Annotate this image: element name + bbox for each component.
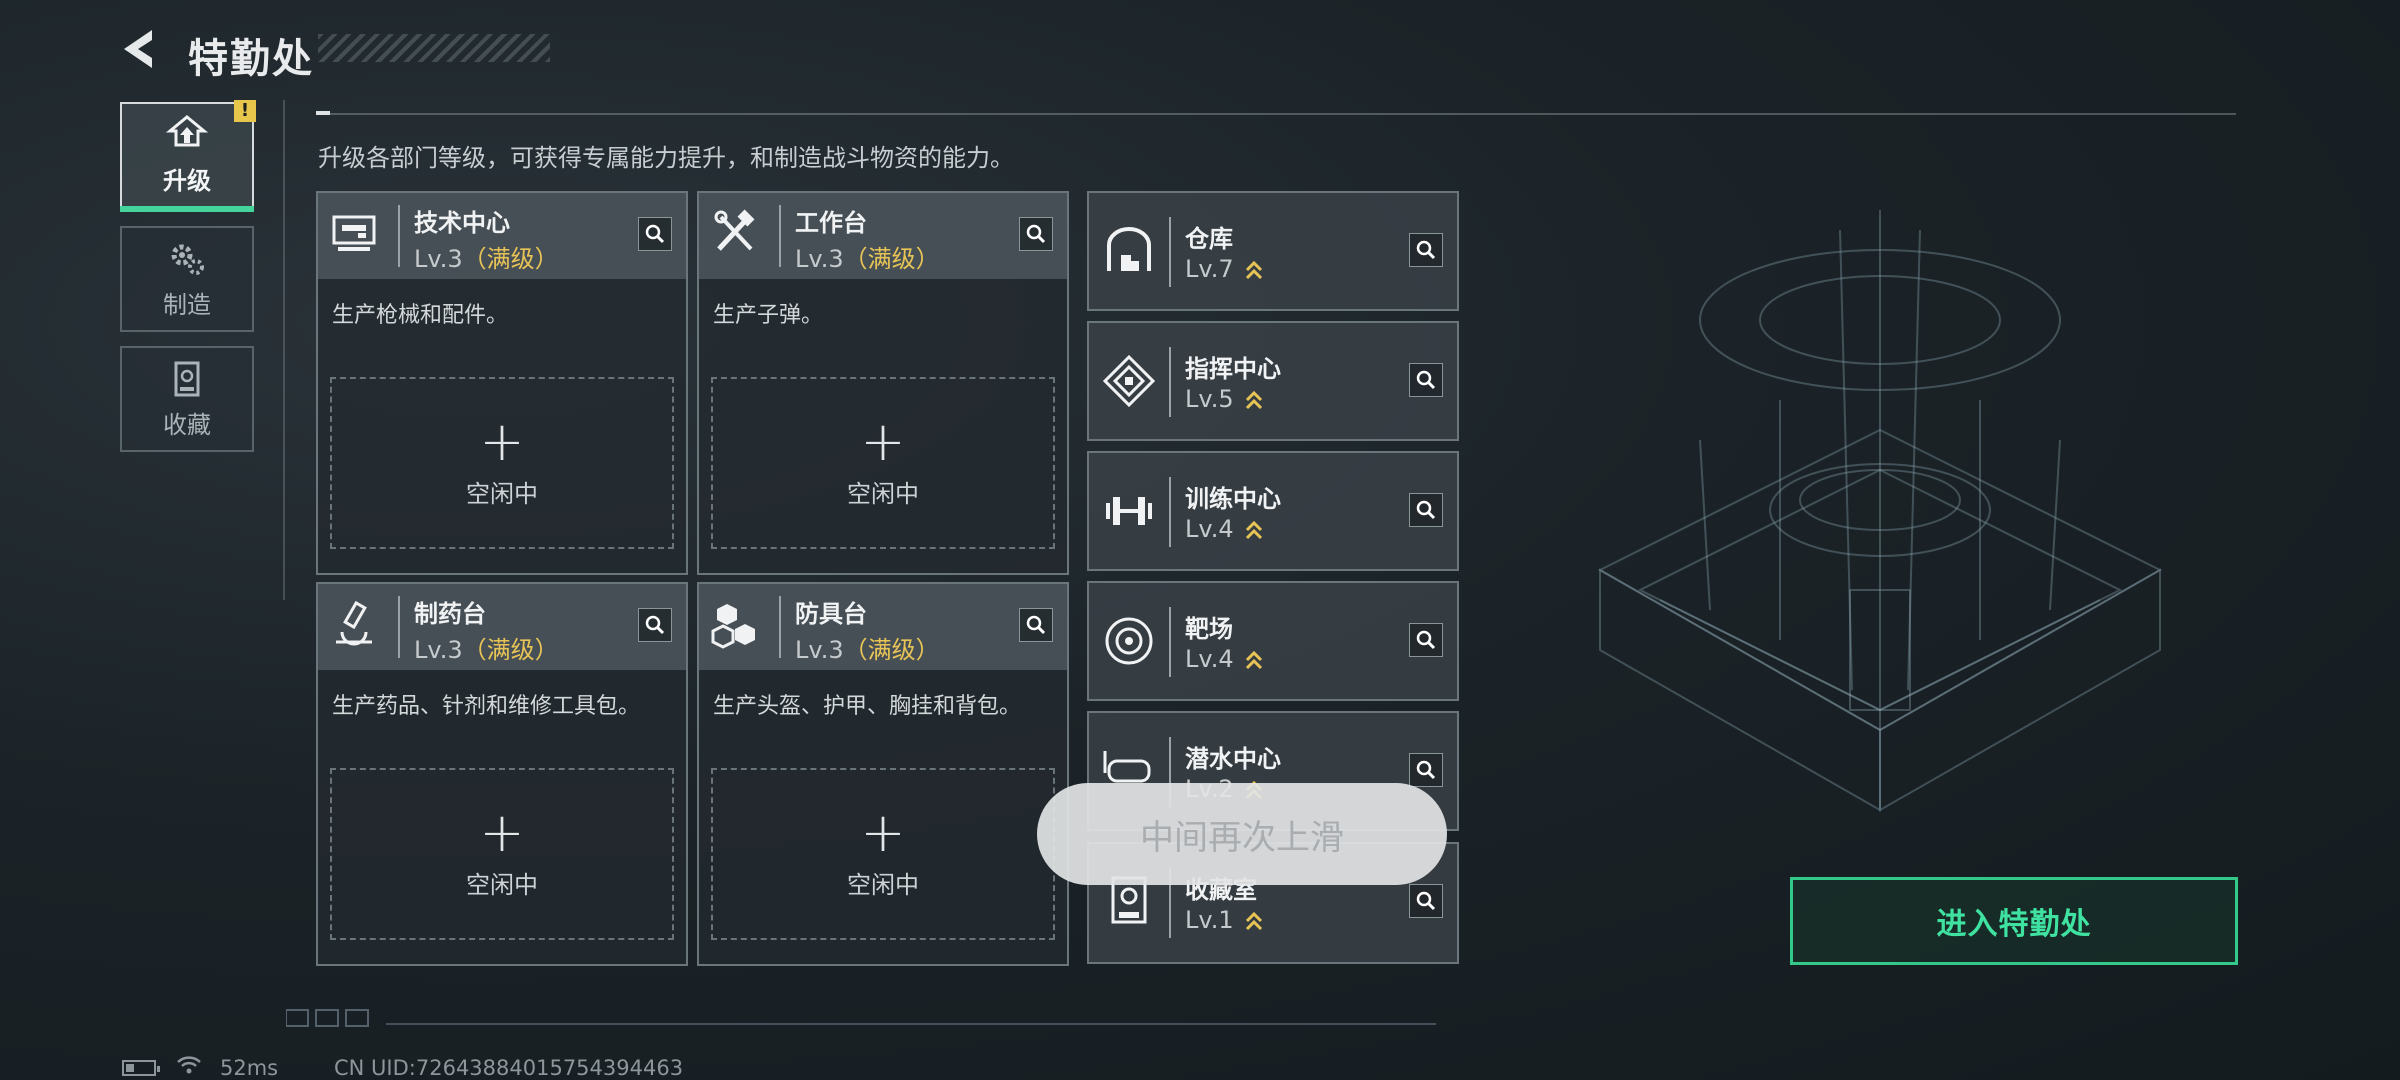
department-level: Lv.5 <box>1185 385 1264 413</box>
facility-card-pharmacy[interactable]: 制药台 Lv.3（满级） 生产药品、针剂和维修工具包。 + 空闲中 <box>316 582 688 966</box>
tab-upgrade-label: 升级 <box>163 166 211 195</box>
inspect-button[interactable] <box>1409 753 1443 787</box>
magnifier-icon <box>645 615 665 635</box>
magnifier-icon <box>1416 240 1436 260</box>
department-level: Lv.4 <box>1185 515 1264 543</box>
wifi-icon <box>177 1056 201 1074</box>
base-wireframe-illustration <box>1597 210 2163 812</box>
inspect-button[interactable] <box>638 217 672 251</box>
plus-icon: + <box>479 409 525 473</box>
production-slot[interactable]: + 空闲中 <box>711 377 1055 549</box>
tab-craft-label: 制造 <box>163 290 211 319</box>
production-slot[interactable]: + 空闲中 <box>330 377 674 549</box>
facility-description: 生产药品、针剂和维修工具包。 <box>332 694 641 719</box>
facility-level: Lv.3（满级） <box>795 245 940 273</box>
facility-card-workbench[interactable]: 工作台 Lv.3（满级） 生产子弹。 + 空闲中 <box>697 191 1069 575</box>
department-level: Lv.1 <box>1185 906 1264 934</box>
department-name: 靶场 <box>1185 615 1233 643</box>
facility-level: Lv.3（满级） <box>795 636 940 664</box>
shooting-range-icon <box>1105 617 1153 665</box>
magnifier-icon <box>645 224 665 244</box>
alert-badge: ! <box>234 100 256 122</box>
inspect-button[interactable] <box>1019 217 1053 251</box>
command-center-icon <box>1102 354 1156 408</box>
slot-status: 空闲中 <box>466 870 538 899</box>
facility-name: 防具台 <box>795 600 867 628</box>
divider-rail <box>283 100 285 600</box>
gesture-toast: 中间再次上滑 <box>1037 783 1447 885</box>
header-line-cap <box>316 111 330 115</box>
upgrade-chevron-icon <box>1245 260 1262 280</box>
upgrade-chevron-icon <box>1245 520 1262 540</box>
pharmacy-icon <box>336 600 372 646</box>
intro-text: 升级各部门等级，可获得专属能力提升，和制造战斗物资的能力。 <box>318 144 1014 172</box>
inspect-button[interactable] <box>1409 363 1443 397</box>
facility-name: 制药台 <box>414 600 486 628</box>
collection-icon <box>174 361 200 396</box>
facility-card-armor-bench[interactable]: 防具台 Lv.3（满级） 生产头盔、护甲、胸挂和背包。 + 空闲中 <box>697 582 1069 966</box>
uid-text: CN UID:7264388401575439446​3 <box>334 1056 684 1080</box>
inspect-button[interactable] <box>1409 623 1443 657</box>
production-slot[interactable]: + 空闲中 <box>330 768 674 940</box>
battery-icon <box>122 1060 160 1076</box>
department-level: Lv.7 <box>1185 255 1264 283</box>
facility-description: 生产枪械和配件。 <box>332 303 509 328</box>
plus-icon: + <box>860 409 906 473</box>
training-center-icon <box>1106 497 1152 525</box>
upgrade-chevron-icon <box>1245 390 1262 410</box>
inspect-button[interactable] <box>1409 884 1443 918</box>
enter-special-ops-button[interactable]: 进入特勤处 <box>1790 877 2238 965</box>
tab-collection[interactable]: 收藏 <box>120 346 254 452</box>
magnifier-icon <box>1416 500 1436 520</box>
magnifier-icon <box>1416 760 1436 780</box>
header-line <box>316 113 2236 115</box>
production-slot[interactable]: + 空闲中 <box>711 768 1055 940</box>
workbench-icon <box>714 209 755 251</box>
magnifier-icon <box>1026 224 1046 244</box>
facility-description: 生产子弹。 <box>713 303 824 328</box>
facility-name: 工作台 <box>795 209 867 237</box>
page-title: 特勤处 <box>188 36 314 82</box>
department-row-shooting-range[interactable]: 靶场 Lv.4 <box>1087 581 1459 701</box>
magnifier-icon <box>1416 891 1436 911</box>
facility-name: 技术中心 <box>414 209 510 237</box>
title-decoration <box>318 34 550 62</box>
warehouse-icon <box>1107 227 1151 271</box>
upgrade-icon <box>166 114 208 146</box>
inspect-button[interactable] <box>1019 608 1053 642</box>
tab-collection-label: 收藏 <box>163 410 211 439</box>
facility-level: Lv.3（满级） <box>414 245 559 273</box>
magnifier-icon <box>1416 370 1436 390</box>
plus-icon: + <box>479 800 525 864</box>
department-row-command-center[interactable]: 指挥中心 Lv.5 <box>1087 321 1459 441</box>
facility-card-tech-center[interactable]: 技术中心 Lv.3（满级） 生产枪械和配件。 + 空闲中 <box>316 191 688 575</box>
facility-description: 生产头盔、护甲、胸挂和背包。 <box>713 694 1022 719</box>
plus-icon: + <box>860 800 906 864</box>
armor-bench-icon <box>711 604 755 649</box>
inspect-button[interactable] <box>1409 233 1443 267</box>
ping-text: 52ms <box>220 1056 279 1080</box>
slot-status: 空闲中 <box>847 870 919 899</box>
magnifier-icon <box>1026 615 1046 635</box>
facility-level: Lv.3（满级） <box>414 636 559 664</box>
department-name: 仓库 <box>1185 225 1233 253</box>
inspect-button[interactable] <box>638 608 672 642</box>
department-row-training-center[interactable]: 训练中心 Lv.4 <box>1087 451 1459 571</box>
department-row-warehouse[interactable]: 仓库 Lv.7 <box>1087 191 1459 311</box>
slot-status: 空闲中 <box>466 479 538 508</box>
tab-craft[interactable]: 制造 <box>120 226 254 332</box>
department-level: Lv.4 <box>1185 645 1264 673</box>
back-arrow-icon[interactable] <box>118 26 164 72</box>
department-name: 指挥中心 <box>1185 355 1281 383</box>
tech-center-icon <box>332 215 376 251</box>
department-name: 训练中心 <box>1185 485 1281 513</box>
bottom-decoration <box>286 1009 1436 1027</box>
inspect-button[interactable] <box>1409 493 1443 527</box>
upgrade-chevron-icon <box>1245 911 1262 931</box>
upgrade-chevron-icon <box>1245 650 1262 670</box>
gears-icon <box>171 244 204 275</box>
magnifier-icon <box>1416 630 1436 650</box>
slot-status: 空闲中 <box>847 479 919 508</box>
department-name: 潜水中心 <box>1185 745 1281 773</box>
